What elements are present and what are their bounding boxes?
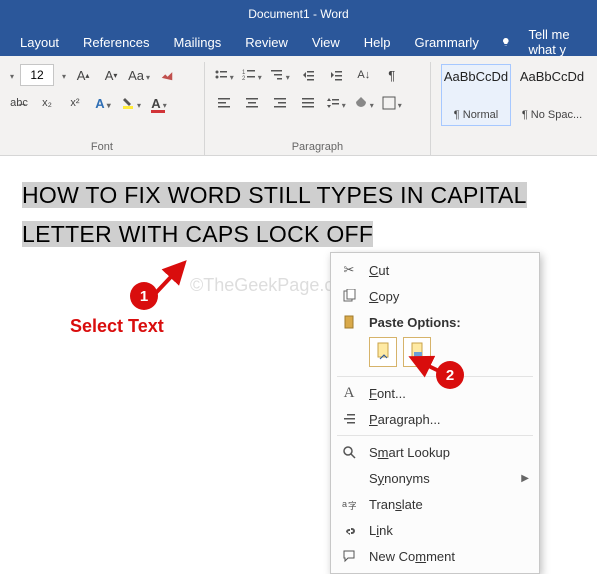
align-center-icon[interactable] bbox=[241, 92, 263, 114]
decrease-indent-icon[interactable] bbox=[297, 64, 319, 86]
increase-indent-icon[interactable] bbox=[325, 64, 347, 86]
highlight-icon[interactable] bbox=[120, 92, 142, 114]
change-case-icon[interactable]: Aa bbox=[128, 64, 150, 86]
tab-layout[interactable]: Layout bbox=[8, 35, 71, 50]
ctx-paragraph[interactable]: Paragraph... bbox=[331, 406, 539, 432]
tab-references[interactable]: References bbox=[71, 35, 161, 50]
clear-formatting-icon[interactable] bbox=[156, 64, 178, 86]
svg-text:2: 2 bbox=[242, 76, 246, 82]
annotation-badge-2: 2 bbox=[436, 361, 464, 389]
font-family-dropdown[interactable] bbox=[8, 66, 14, 84]
ribbon: 12 A▴ A▾ Aa ab̶c x₂ x² A A Font 12 bbox=[0, 56, 597, 156]
align-right-icon[interactable] bbox=[269, 92, 291, 114]
link-icon bbox=[339, 523, 359, 537]
increase-font-icon[interactable]: A▴ bbox=[72, 64, 94, 86]
ribbon-group-styles: AaBbCcDd ¶ Normal AaBbCcDd ¶ No Spac... bbox=[431, 62, 597, 155]
paste-keep-formatting[interactable] bbox=[369, 337, 397, 367]
ctx-paste-options-header: Paste Options: bbox=[331, 309, 539, 335]
tab-review[interactable]: Review bbox=[233, 35, 300, 50]
font-letter-icon: A bbox=[339, 385, 359, 402]
ribbon-group-paragraph: 12 A↓ ¶ Paragraph bbox=[205, 62, 431, 155]
lightbulb-icon bbox=[501, 35, 511, 49]
ctx-link[interactable]: Link bbox=[331, 517, 539, 543]
menu-bar: Layout References Mailings Review View H… bbox=[0, 28, 597, 56]
document-area[interactable]: HOW TO FIX WORD STILL TYPES IN CAPITAL L… bbox=[0, 156, 597, 254]
tab-help[interactable]: Help bbox=[352, 35, 403, 50]
style-no-spacing[interactable]: AaBbCcDd ¶ No Spac... bbox=[517, 64, 587, 126]
window-title: Document1 - Word bbox=[248, 7, 348, 21]
ctx-synonyms[interactable]: Synonyms▶ bbox=[331, 465, 539, 491]
annotation-badge-1: 1 bbox=[130, 282, 158, 310]
font-color-icon[interactable]: A bbox=[148, 92, 170, 114]
paragraph-group-label: Paragraph bbox=[213, 141, 422, 153]
ctx-smart-lookup[interactable]: Smart Lookup bbox=[331, 439, 539, 465]
line-spacing-icon[interactable] bbox=[325, 92, 347, 114]
separator bbox=[337, 376, 533, 377]
font-size-dropdown[interactable] bbox=[60, 66, 66, 84]
ctx-font[interactable]: AFont... bbox=[331, 380, 539, 406]
style-normal[interactable]: AaBbCcDd ¶ Normal bbox=[441, 64, 511, 126]
strikethrough-icon[interactable]: ab̶c bbox=[8, 92, 30, 114]
ctx-translate[interactable]: a字Translate bbox=[331, 491, 539, 517]
justify-icon[interactable] bbox=[297, 92, 319, 114]
ribbon-group-font: 12 A▴ A▾ Aa ab̶c x₂ x² A A Font bbox=[0, 62, 205, 155]
paragraph-icon bbox=[339, 412, 359, 426]
numbering-icon[interactable]: 12 bbox=[241, 64, 263, 86]
font-group-label: Font bbox=[8, 141, 196, 153]
title-bar: Document1 - Word bbox=[0, 0, 597, 28]
text-effects-icon[interactable]: A bbox=[92, 92, 114, 114]
translate-icon: a字 bbox=[339, 497, 359, 511]
multilevel-icon[interactable] bbox=[269, 64, 291, 86]
ctx-copy[interactable]: Copy bbox=[331, 283, 539, 309]
show-marks-icon[interactable]: ¶ bbox=[381, 64, 403, 86]
clipboard-icon bbox=[339, 315, 359, 329]
shading-icon[interactable] bbox=[353, 92, 375, 114]
subscript-icon[interactable]: x₂ bbox=[36, 92, 58, 114]
ctx-paste-options bbox=[331, 335, 539, 373]
tab-grammarly[interactable]: Grammarly bbox=[403, 35, 491, 50]
separator bbox=[337, 435, 533, 436]
sort-icon[interactable]: A↓ bbox=[353, 64, 375, 86]
bullets-icon[interactable] bbox=[213, 64, 235, 86]
selected-text[interactable]: HOW TO FIX WORD STILL TYPES IN CAPITAL L… bbox=[22, 182, 527, 247]
tab-mailings[interactable]: Mailings bbox=[162, 35, 234, 50]
ctx-new-comment[interactable]: New Comment bbox=[331, 543, 539, 569]
ctx-cut[interactable]: ✂Cut bbox=[331, 257, 539, 283]
align-left-icon[interactable] bbox=[213, 92, 235, 114]
decrease-font-icon[interactable]: A▾ bbox=[100, 64, 122, 86]
tell-me-search[interactable]: Tell me what y bbox=[501, 27, 597, 57]
paste-picture[interactable] bbox=[403, 337, 431, 367]
svg-text:a: a bbox=[342, 499, 347, 509]
font-size-input[interactable]: 12 bbox=[20, 64, 54, 86]
search-icon bbox=[339, 445, 359, 459]
svg-text:字: 字 bbox=[348, 500, 356, 511]
comment-icon bbox=[339, 549, 359, 563]
context-menu: ✂Cut Copy Paste Options: AFont... Paragr… bbox=[330, 252, 540, 574]
annotation-select-text: Select Text bbox=[70, 316, 164, 337]
scissors-icon: ✂ bbox=[339, 262, 359, 278]
tab-view[interactable]: View bbox=[300, 35, 352, 50]
copy-icon bbox=[339, 289, 359, 303]
tell-me-label: Tell me what y bbox=[516, 27, 597, 57]
chevron-right-icon: ▶ bbox=[521, 473, 529, 484]
superscript-icon[interactable]: x² bbox=[64, 92, 86, 114]
borders-icon[interactable] bbox=[381, 92, 403, 114]
